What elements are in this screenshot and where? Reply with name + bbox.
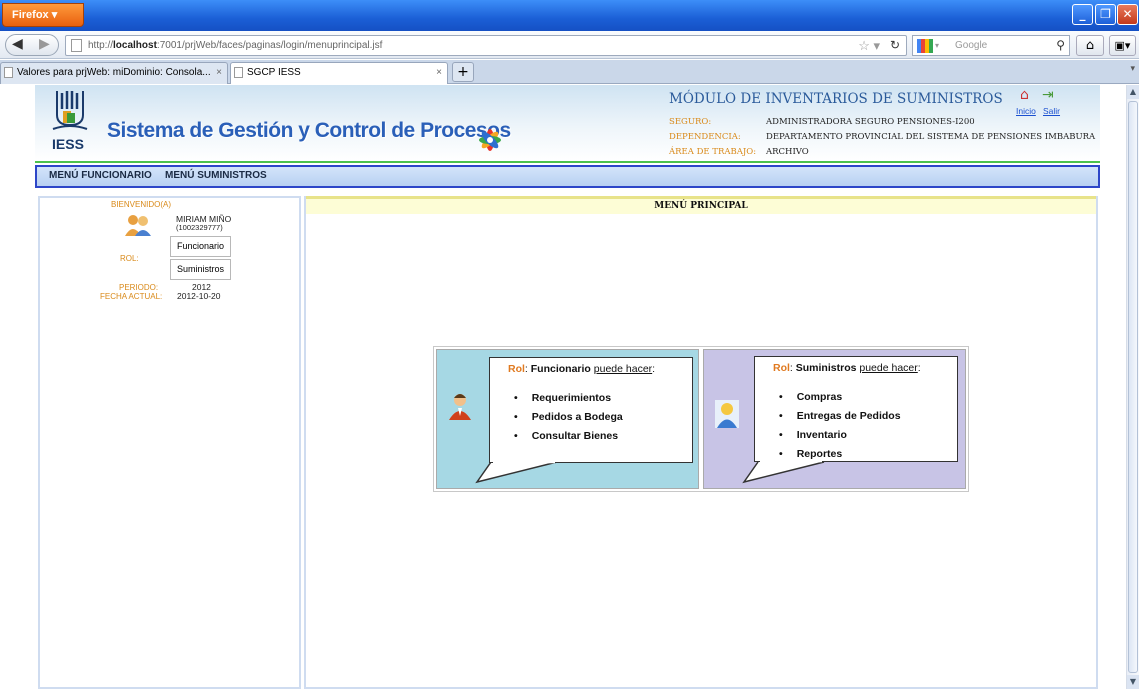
tab-label: SGCP IESS (247, 67, 301, 78)
user-info-sidebar: BIENVENIDO(A) MIRIAM MIÑO (1002329777) F… (38, 196, 301, 689)
suministros-role-card: Rol: Suministros puede hacer: Compras En… (703, 349, 966, 489)
search-engine-box[interactable]: ▾ Google ⚲ (912, 35, 1070, 56)
addon-bar-button[interactable]: ▣▾ (1109, 35, 1136, 56)
suministros-actions-list: Compras Entregas de Pedidos Inventario R… (779, 391, 901, 467)
funcionario-speech-bubble: Rol: Funcionario puede hacer: Requerimie… (489, 357, 693, 463)
url-host: localhost (113, 40, 157, 51)
list-item: Consultar Bienes (514, 430, 623, 449)
list-item: Entregas de Pedidos (779, 410, 901, 429)
tab-list-icon[interactable]: ▾ (1130, 64, 1135, 74)
firefox-menu-label: Firefox (12, 9, 49, 21)
list-item: Reportes (779, 448, 901, 467)
role-funcionario[interactable]: Funcionario (170, 236, 231, 257)
period-label: PERIODO: (119, 283, 159, 292)
module-title: MÓDULO DE INVENTARIOS DE SUMINISTROS (669, 91, 1003, 107)
back-forward-group: ◀ ▶ (5, 34, 59, 56)
suministros-speech-bubble: Rol: Suministros puede hacer: Compras En… (754, 356, 958, 462)
home-button[interactable]: ⌂ (1076, 35, 1104, 56)
search-icon[interactable]: ⚲ (1056, 36, 1065, 55)
tab-page-icon (234, 67, 243, 78)
logo-text: IESS (52, 136, 84, 152)
bookmark-star-icon[interactable]: ☆ ▾ (858, 36, 880, 55)
url-path: :7001/prjWeb/faces/paginas/login/menupri… (156, 40, 383, 51)
tab-close-icon[interactable]: × (436, 63, 442, 83)
url-bar[interactable]: http://localhost:7001/prjWeb/faces/pagin… (65, 35, 907, 56)
scrollbar-thumb[interactable] (1128, 101, 1138, 673)
tab-label: Valores para prjWeb: miDominio: Consola.… (17, 67, 211, 78)
seguro-label: SEGURO: (669, 117, 712, 127)
rol-label: ROL: (120, 254, 139, 263)
tab-strip: Valores para prjWeb: miDominio: Consola.… (0, 60, 1139, 84)
role-suministros[interactable]: Suministros (170, 259, 231, 280)
close-window-button[interactable]: ✕ (1117, 4, 1138, 25)
funcionario-bubble-title: Rol: Funcionario puede hacer: (508, 363, 656, 375)
funcionario-role-card: Rol: Funcionario puede hacer: Requerimie… (436, 349, 699, 489)
list-item: Compras (779, 391, 901, 410)
date-label: FECHA ACTUAL: (100, 292, 163, 301)
new-tab-button[interactable]: + (452, 62, 474, 82)
app-header: IESS Sistema de Gestión y Control de Pro… (35, 85, 1100, 163)
navigation-toolbar: ◀ ▶ http://localhost:7001/prjWeb/faces/p… (0, 31, 1139, 59)
seguro-value: ADMINISTRADORA SEGURO PENSIONES-I200 (766, 117, 975, 127)
user-id: (1002329777) (176, 223, 223, 232)
tab-sgcp-iess[interactable]: SGCP IESS × (230, 62, 448, 84)
funcionario-actions-list: Requerimientos Pedidos a Bodega Consulta… (514, 392, 623, 449)
google-icon[interactable] (917, 39, 933, 53)
page-title: MENÚ PRINCIPAL (306, 196, 1096, 214)
exit-door-icon[interactable]: ⇥ (1042, 87, 1054, 103)
can-do-text: puede hacer (859, 362, 918, 374)
can-do-text: puede hacer (593, 363, 653, 375)
menu-funcionario[interactable]: MENÚ FUNCIONARIO (49, 170, 152, 181)
vertical-scrollbar[interactable]: ▲ ▼ (1126, 85, 1139, 689)
list-item: Requerimientos (514, 392, 623, 411)
scroll-up-icon[interactable]: ▲ (1127, 85, 1139, 99)
salir-link[interactable]: Salir (1043, 106, 1060, 116)
firefox-menu-button[interactable]: Firefox ▾ (2, 3, 84, 27)
suministros-bubble-title: Rol: Suministros puede hacer: (773, 362, 921, 374)
date-value: 2012-10-20 (177, 291, 221, 301)
system-name: Sistema de Gestión y Control de Procesos (107, 119, 511, 142)
users-avatar-icon (125, 215, 151, 236)
welcome-label: BIENVENIDO(A) (111, 200, 172, 209)
maximize-button[interactable]: ❐ (1095, 4, 1116, 25)
main-menu-bar: MENÚ FUNCIONARIO MENÚ SUMINISTROS (35, 165, 1100, 188)
iess-logo: IESS (52, 91, 88, 152)
role-name: Suministros (795, 362, 857, 374)
forward-arrow-icon[interactable]: ▶ (39, 36, 50, 52)
rol-word: Rol (773, 362, 790, 374)
minimize-button[interactable]: _ (1072, 4, 1093, 25)
scroll-down-icon[interactable]: ▼ (1127, 675, 1139, 689)
main-content: MENÚ PRINCIPAL Rol: Funcionario puede ha… (304, 196, 1098, 689)
window-title-bar: Firefox ▾ _ ❐ ✕ (0, 0, 1139, 31)
area-trabajo-value: ARCHIVO (766, 147, 809, 157)
search-placeholder: Google (955, 40, 988, 51)
home-icon[interactable]: ⌂ (1020, 87, 1029, 103)
reload-icon[interactable]: ↻ (890, 36, 900, 55)
role-name: Funcionario (530, 363, 591, 375)
tab-weblogic-console[interactable]: Valores para prjWeb: miDominio: Consola.… (0, 62, 228, 84)
page-viewport: IESS Sistema de Gestión y Control de Pro… (0, 85, 1126, 689)
list-item: Inventario (779, 429, 901, 448)
tab-page-icon (4, 67, 13, 78)
area-trabajo-label: ÁREA DE TRABAJO: (669, 147, 757, 157)
tab-close-icon[interactable]: × (216, 63, 222, 83)
dependencia-value: DEPARTAMENTO PROVINCIAL DEL SISTEMA DE P… (766, 132, 1096, 142)
url-prefix: http:// (88, 40, 114, 51)
pinwheel-flower-icon (479, 129, 501, 151)
roles-panel: Rol: Funcionario puede hacer: Requerimie… (433, 346, 969, 492)
page-document-icon (71, 39, 82, 52)
menu-suministros[interactable]: MENÚ SUMINISTROS (165, 170, 267, 181)
rol-word: Rol (508, 363, 525, 375)
addon-icon: ▣▾ (1114, 39, 1131, 52)
inicio-link[interactable]: Inicio (1016, 106, 1036, 116)
engine-dropdown-icon[interactable]: ▾ (935, 36, 939, 55)
list-item: Pedidos a Bodega (514, 411, 623, 430)
home-icon: ⌂ (1085, 38, 1095, 53)
back-arrow-icon[interactable]: ◀ (12, 36, 23, 52)
dependencia-label: DEPENDENCIA: (669, 132, 741, 142)
